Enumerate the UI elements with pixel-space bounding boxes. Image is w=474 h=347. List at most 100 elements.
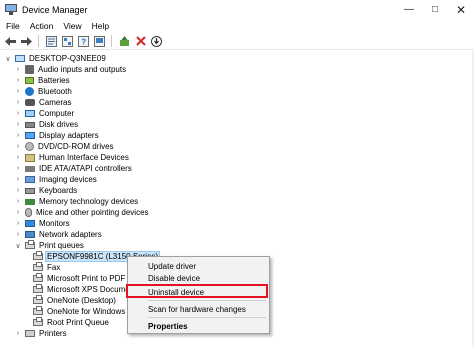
tree-item-print-queues[interactable]: ∨ Print queues xyxy=(14,240,85,251)
chevron-right-icon[interactable]: › xyxy=(14,77,22,84)
tree-root-label: DESKTOP-Q3NEE09 xyxy=(29,54,106,63)
menu-item-disable-device[interactable]: Disable device xyxy=(128,272,269,284)
tree-item-cameras[interactable]: › Cameras xyxy=(14,97,72,108)
forward-arrow-icon[interactable] xyxy=(20,35,33,48)
tree-item-label: Keyboards xyxy=(39,186,78,195)
tree-item-label: Audio inputs and outputs xyxy=(38,65,127,74)
chevron-right-icon[interactable]: › xyxy=(14,154,22,161)
tree-item-dvd[interactable]: › DVD/CD-ROM drives xyxy=(14,141,115,152)
menu-file[interactable]: File xyxy=(0,21,25,31)
chevron-down-icon[interactable]: ∨ xyxy=(14,242,22,250)
hid-icon xyxy=(25,153,35,162)
printer-icon xyxy=(33,306,43,315)
chevron-right-icon[interactable]: › xyxy=(14,132,22,139)
chevron-right-icon[interactable]: › xyxy=(14,176,22,183)
memory-icon xyxy=(25,198,35,205)
chevron-right-icon[interactable]: › xyxy=(14,99,22,106)
svg-text:?: ? xyxy=(81,37,86,46)
menu-action[interactable]: Action xyxy=(25,21,59,31)
computer-icon xyxy=(15,55,25,62)
chevron-right-icon[interactable]: › xyxy=(14,231,22,238)
chevron-right-icon[interactable]: › xyxy=(14,121,22,128)
tree-item-monitors[interactable]: › Monitors xyxy=(14,218,71,229)
tree-item-root-print-queue[interactable]: Root Print Queue xyxy=(30,317,110,328)
network-adapter-icon xyxy=(25,231,35,238)
tree-item-onenote-desktop[interactable]: OneNote (Desktop) xyxy=(30,295,117,306)
tree-item-batteries[interactable]: › Batteries xyxy=(14,75,71,86)
chevron-down-icon[interactable]: ∨ xyxy=(4,55,12,63)
printer-icon xyxy=(25,240,35,249)
tree-item-audio[interactable]: › Audio inputs and outputs xyxy=(14,64,127,75)
tree-item-onenote-windows[interactable]: OneNote for Windows xyxy=(30,306,126,317)
printer-icon xyxy=(33,251,43,260)
computer-icon xyxy=(25,110,35,117)
update-driver-icon[interactable] xyxy=(118,35,131,48)
chevron-right-icon[interactable]: › xyxy=(14,220,22,227)
tree-item-computer[interactable]: › Computer xyxy=(14,108,75,119)
camera-icon xyxy=(25,99,35,106)
menu-separator xyxy=(148,317,266,318)
help-icon[interactable]: ? xyxy=(77,35,90,48)
display-adapter-icon xyxy=(25,132,35,139)
view-icon[interactable] xyxy=(93,35,106,48)
tree-item-hid[interactable]: › Human Interface Devices xyxy=(14,152,130,163)
tree-item-label: Bluetooth xyxy=(38,87,72,96)
tree-item-label: Fax xyxy=(47,263,61,272)
chevron-right-icon[interactable]: › xyxy=(14,143,22,150)
tree-item-label: Print queues xyxy=(39,241,84,250)
menu-view[interactable]: View xyxy=(58,21,86,31)
tree-item-disk-drives[interactable]: › Disk drives xyxy=(14,119,79,130)
chevron-right-icon[interactable]: › xyxy=(14,187,22,194)
tree-root[interactable]: ∨ DESKTOP-Q3NEE09 xyxy=(4,53,107,64)
toolbar: ? xyxy=(0,33,474,50)
tree-item-fax[interactable]: Fax xyxy=(30,262,61,273)
properties-icon[interactable] xyxy=(45,35,58,48)
chevron-right-icon[interactable]: › xyxy=(14,330,22,337)
menu-item-update-driver[interactable]: Update driver xyxy=(128,260,269,272)
tree-item-label: OneNote for Windows xyxy=(47,307,126,316)
bluetooth-icon xyxy=(25,87,34,96)
tree-item-memory[interactable]: › Memory technology devices xyxy=(14,196,139,207)
toolbar-separator xyxy=(38,35,39,47)
show-hidden-icon[interactable] xyxy=(61,35,74,48)
battery-icon xyxy=(25,77,34,84)
tree-item-ide[interactable]: › IDE ATA/ATAPI controllers xyxy=(14,163,133,174)
dvd-drive-icon xyxy=(25,142,34,151)
tree-item-label: DVD/CD-ROM drives xyxy=(38,142,114,151)
chevron-right-icon[interactable]: › xyxy=(14,165,22,172)
tree-item-imaging[interactable]: › Imaging devices xyxy=(14,174,98,185)
menu-item-properties[interactable]: Properties xyxy=(128,320,269,332)
ide-controller-icon xyxy=(25,165,35,172)
menu-help[interactable]: Help xyxy=(87,21,114,31)
window-title: Device Manager xyxy=(22,4,88,15)
tree-item-mice[interactable]: › Mice and other pointing devices xyxy=(14,207,150,218)
download-driver-icon[interactable] xyxy=(150,35,163,48)
tree-item-label: Network adapters xyxy=(39,230,102,239)
tree-item-ms-xps[interactable]: Microsoft XPS Docume xyxy=(30,284,131,295)
tree-item-network[interactable]: › Network adapters xyxy=(14,229,103,240)
chevron-right-icon[interactable]: › xyxy=(14,209,22,216)
chevron-right-icon[interactable]: › xyxy=(14,110,22,117)
keyboard-icon xyxy=(25,187,35,194)
tree-item-label: Human Interface Devices xyxy=(39,153,129,162)
maximize-button[interactable]: □ xyxy=(422,0,448,19)
tree-item-label: OneNote (Desktop) xyxy=(47,296,116,305)
tree-item-ms-pdf[interactable]: Microsoft Print to PDF xyxy=(30,273,126,284)
close-button[interactable]: ✕ xyxy=(448,0,474,19)
minimize-button[interactable]: — xyxy=(396,0,422,19)
chevron-right-icon[interactable]: › xyxy=(14,88,22,95)
imaging-device-icon xyxy=(25,176,35,183)
tree-item-printers[interactable]: › Printers xyxy=(14,328,68,339)
tree-item-display-adapters[interactable]: › Display adapters xyxy=(14,130,100,141)
chevron-right-icon[interactable]: › xyxy=(14,198,22,205)
highlight-box xyxy=(126,284,268,298)
tree-item-keyboards[interactable]: › Keyboards xyxy=(14,185,78,196)
uninstall-x-icon[interactable] xyxy=(134,35,147,48)
printer-icon xyxy=(33,273,43,282)
tree-item-bluetooth[interactable]: › Bluetooth xyxy=(14,86,73,97)
back-arrow-icon[interactable] xyxy=(4,35,17,48)
tree-item-label: Display adapters xyxy=(39,131,99,140)
menu-item-scan-hardware[interactable]: Scan for hardware changes xyxy=(128,303,269,315)
chevron-right-icon[interactable]: › xyxy=(14,66,22,73)
printer-icon xyxy=(33,284,43,293)
